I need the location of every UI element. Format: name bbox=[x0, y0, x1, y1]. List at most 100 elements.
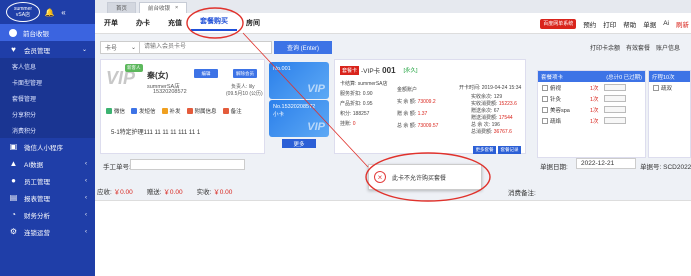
quantity-stepper[interactable] bbox=[604, 95, 626, 102]
ai-link[interactable]: Ai bbox=[663, 20, 669, 27]
finance-icon: ◔ bbox=[11, 210, 16, 219]
sidebar-header: summer vSA店 🔔 « bbox=[0, 0, 95, 24]
sidebar-item-ai[interactable]: ▲ AI数据 ‹ bbox=[0, 155, 95, 172]
action-label: 补发 bbox=[169, 109, 181, 115]
menu-open-order[interactable]: 开单 bbox=[95, 18, 127, 28]
detail-value: 2019-04-24 15:34 bbox=[481, 85, 522, 91]
card-type-tag: 套餐卡 bbox=[340, 65, 360, 75]
chevron-left-icon: ‹ bbox=[85, 211, 87, 218]
card-title: 套餐卡 -VIP卡 001 [永久] bbox=[340, 65, 418, 75]
chevron-left-icon: ‹ bbox=[85, 160, 87, 167]
reissue-action[interactable]: 补发 bbox=[161, 107, 181, 115]
help-link[interactable]: 帮助 bbox=[623, 19, 636, 29]
bell-icon[interactable]: 🔔 bbox=[45, 8, 55, 17]
remark-action[interactable]: 备注 bbox=[222, 107, 242, 115]
menu-room[interactable]: 房间 bbox=[237, 18, 269, 28]
tab-label: 首页 bbox=[116, 6, 128, 12]
sms-action[interactable]: 发短信 bbox=[131, 107, 156, 115]
more-packages-button[interactable]: 更多套餐 bbox=[473, 146, 496, 154]
checkbox[interactable] bbox=[542, 117, 548, 124]
brand-logo: summer vSA店 bbox=[6, 2, 40, 22]
vip-text: VIP bbox=[307, 83, 325, 95]
panel-header: 疗程10次 bbox=[649, 71, 690, 82]
item-count: 1次 bbox=[590, 107, 599, 114]
sidebar-sub-item[interactable]: 卡面型管理 bbox=[0, 74, 95, 90]
bill-link[interactable]: 单据 bbox=[643, 19, 656, 29]
sidebar-sub-item[interactable]: 套餐管理 bbox=[0, 90, 95, 106]
detail-value: 73009.57 bbox=[417, 123, 439, 129]
refresh-link[interactable]: 刷新 bbox=[676, 19, 689, 29]
member-card-input[interactable] bbox=[140, 40, 272, 54]
collapse-icon[interactable]: « bbox=[59, 8, 68, 17]
edit-member-button[interactable]: 编辑 bbox=[194, 69, 218, 78]
package-item-row[interactable]: 疏络 1次 bbox=[538, 115, 645, 126]
sidebar-item-wechat[interactable]: ▣ 微信人小程序 bbox=[0, 138, 95, 155]
unbind-member-button[interactable]: 解除会员 bbox=[233, 69, 257, 78]
member-name: 秦(女) bbox=[147, 71, 169, 80]
menu-package-purchase[interactable]: 套餐购买 bbox=[191, 16, 237, 31]
checkbox[interactable] bbox=[542, 84, 548, 91]
action-label: 微信 bbox=[114, 109, 126, 115]
sidebar-item-staff[interactable]: ● 员工管理 ‹ bbox=[0, 172, 95, 189]
checkbox[interactable] bbox=[542, 106, 548, 113]
item-count: 1次 bbox=[590, 85, 599, 92]
print-balance-link[interactable]: 打印卡余额 bbox=[590, 43, 620, 52]
tab-home[interactable]: 首页 bbox=[107, 2, 137, 13]
vip-card-001[interactable]: No.001 VIP bbox=[269, 62, 329, 99]
panel-header: 套餐项卡 (总计0 已过期) bbox=[538, 71, 645, 82]
sidebar-item-member[interactable]: ♥ 会员管理 ⌄ bbox=[0, 41, 95, 58]
sidebar-item-chain[interactable]: ⚙ 连锁运营 ‹ bbox=[0, 223, 95, 240]
detail-label: 卡结算: bbox=[340, 81, 358, 87]
sidebar-sub-item[interactable]: 消费积分 bbox=[0, 122, 95, 138]
quantity-stepper[interactable] bbox=[604, 106, 626, 113]
cashier-icon bbox=[9, 28, 17, 37]
total-label: 应收: bbox=[97, 189, 114, 196]
account-info-link[interactable]: 账户信息 bbox=[656, 43, 680, 52]
sidebar-sub-item[interactable]: 分享积分 bbox=[0, 106, 95, 122]
detail-line: 挂账: 0 bbox=[340, 120, 356, 127]
package-item-row[interactable]: 美容spa 1次 bbox=[538, 104, 645, 115]
bill-date-field[interactable]: 2022-12-21 bbox=[576, 158, 636, 169]
print-link[interactable]: 打印 bbox=[603, 19, 616, 29]
menu-issue-card[interactable]: 办卡 bbox=[127, 18, 159, 28]
package-item-row[interactable]: 俯视 1次 bbox=[538, 82, 645, 93]
detail-line: 金额账户 bbox=[397, 86, 417, 93]
sms-icon bbox=[131, 108, 138, 114]
wechat-action[interactable]: 微信 bbox=[106, 107, 125, 115]
detail-label: 挂账: bbox=[340, 121, 353, 127]
menu-recharge[interactable]: 充值 bbox=[159, 18, 191, 28]
action-label: 发短信 bbox=[139, 109, 156, 115]
checkbox[interactable] bbox=[542, 95, 548, 102]
close-icon[interactable]: × bbox=[175, 5, 178, 11]
checkbox[interactable] bbox=[653, 84, 659, 91]
system-badge[interactable]: 百度网单系统 bbox=[540, 18, 577, 29]
total-value: ￥0.00 bbox=[163, 189, 183, 196]
query-button[interactable]: 查询 (Enter) bbox=[274, 40, 332, 54]
detail-line: 积分: 188257 bbox=[340, 110, 369, 117]
chevron-down-icon: ⌄ bbox=[81, 47, 87, 53]
quantity-stepper[interactable] bbox=[604, 117, 626, 124]
quantity-stepper[interactable] bbox=[604, 84, 626, 91]
sidebar-item-report[interactable]: ▤ 报表管理 ‹ bbox=[0, 189, 95, 206]
total-received: 实收: ￥0.00 bbox=[197, 186, 233, 196]
manual-bill-input[interactable] bbox=[130, 159, 245, 170]
member-birthday: (09.5月10 (公历) bbox=[226, 91, 263, 97]
sidebar-sub-item[interactable]: 客人信息 bbox=[0, 58, 95, 74]
detail-line: 实收消费额: 15223.6 bbox=[471, 100, 517, 107]
reservation-link[interactable]: 预约 bbox=[583, 19, 596, 29]
chevron-left-icon: ‹ bbox=[85, 194, 87, 201]
search-type-select[interactable]: 卡号 ⌄ bbox=[100, 40, 140, 54]
sidebar-item-cashier[interactable]: 前台收银 bbox=[0, 24, 95, 41]
valid-package-link[interactable]: 有效套餐 bbox=[626, 43, 650, 52]
course-row[interactable]: 疏双 bbox=[649, 82, 690, 93]
tab-cashier[interactable]: 前台收银 × bbox=[139, 2, 188, 13]
extra-info-action[interactable]: 附属信息 bbox=[186, 107, 217, 115]
package-item-row[interactable]: 针灸 1次 bbox=[538, 93, 645, 104]
vip-card-phone[interactable]: No.15320208572 小卡 VIP bbox=[269, 100, 329, 137]
sidebar-item-finance[interactable]: ◔ 财务分析 ‹ bbox=[0, 206, 95, 223]
package-records-button[interactable]: 套餐记录 bbox=[498, 146, 521, 154]
detail-line: 赠送消费额: 17544 bbox=[471, 114, 513, 121]
sidebar-item-label: 报表管理 bbox=[24, 195, 50, 203]
detail-line: 实 余 额: 73009.2 bbox=[397, 98, 436, 105]
more-cards-button[interactable]: 更多 bbox=[282, 139, 316, 148]
